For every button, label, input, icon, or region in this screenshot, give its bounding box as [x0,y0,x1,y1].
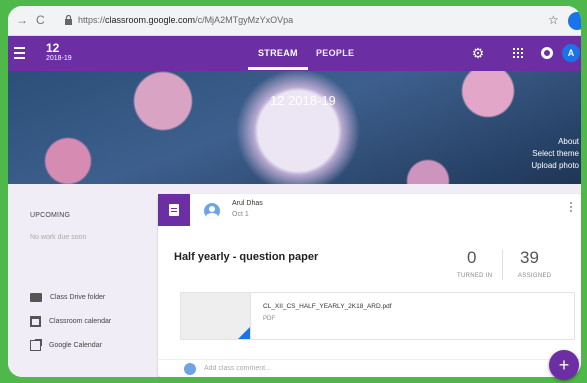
class-comment-input[interactable] [204,362,404,375]
google-calendar-link[interactable]: Google Calendar [30,338,102,352]
pdf-corner-icon [238,327,250,339]
tab-people[interactable]: PEOPLE [316,48,354,58]
assignment-badge [158,194,190,226]
commenter-avatar [184,363,196,375]
attachment-file-name: CL_XII_CS_HALF_YEARLY_2K18_ARD.pdf [263,303,392,310]
class-comment-bar [158,359,581,377]
google-calendar-label: Google Calendar [49,341,102,349]
attachment-thumbnail [181,293,251,339]
more-vert-icon[interactable] [570,202,573,214]
assignment-icon [169,204,179,216]
sidebar: UPCOMING No work due soon Class Drive fo… [8,184,158,377]
external-link-icon [30,338,42,351]
upcoming-title: UPCOMING [30,212,71,219]
attachment-file-type: PDF [263,316,275,322]
calendar-icon [30,315,41,327]
author-name: Arul Dhas [232,200,263,207]
app-bar: 12 2018-19 STREAM PEOPLE ⚙ A [8,36,581,71]
lock-icon [65,15,72,25]
class-drive-folder-link[interactable]: Class Drive folder [30,290,105,304]
class-drive-folder-label: Class Drive folder [50,293,106,301]
classroom-window: → C https://classroom.google.com/c/MjA2M… [8,6,581,377]
attachment-card[interactable]: CL_XII_CS_HALF_YEARLY_2K18_ARD.pdf PDF [180,292,575,340]
add-post-button[interactable]: + [549,350,579,380]
upload-photo-link[interactable]: Upload photo [531,161,579,170]
gear-icon[interactable]: ⚙ [470,45,486,61]
turned-in-label: TURNED IN [457,273,493,279]
class-name[interactable]: 12 [46,41,59,55]
class-banner: 12 2018-19 About Select theme Upload pho… [8,71,581,184]
url-path: /c/MjA2MTgyMzYxOVpa [195,15,294,25]
author-avatar [204,203,220,219]
assignment-card[interactable]: Arul Dhas Oct 1 Half yearly - question p… [158,194,581,377]
folder-icon [30,292,42,302]
classroom-calendar-label: Classroom calendar [49,317,112,325]
select-theme-link[interactable]: Select theme [532,149,579,158]
assigned-label: ASSIGNED [518,273,552,279]
browser-bar: → C https://classroom.google.com/c/MjA2M… [8,6,581,36]
menu-icon[interactable] [14,47,25,62]
post-date: Oct 1 [232,211,249,218]
about-link[interactable]: About [558,137,579,146]
stat-divider [502,250,503,280]
assignment-title[interactable]: Half yearly - question paper [174,251,318,263]
turned-in-count[interactable]: 0 [467,248,476,268]
back-button[interactable]: → [16,13,28,27]
browser-profile-avatar[interactable] [568,12,581,30]
active-tab-indicator [248,67,308,70]
account-circle-icon[interactable] [539,45,555,61]
no-work-text: No work due soon [30,234,87,241]
classroom-calendar-link[interactable]: Classroom calendar [30,314,111,328]
bookmark-star-icon[interactable]: ☆ [548,13,559,27]
class-section: 2018-19 [46,55,72,62]
user-avatar[interactable]: A [562,44,580,62]
url-scheme: https:// [78,15,106,25]
assigned-count[interactable]: 39 [520,248,539,268]
tab-stream[interactable]: STREAM [258,48,298,58]
reload-button[interactable]: C [36,13,45,27]
url-host: classroom.google.com [105,15,196,25]
apps-grid-icon[interactable] [510,45,526,61]
banner-title: 12 2018-19 [270,93,336,108]
address-bar[interactable]: https://classroom.google.com/c/MjA2MTgyM… [78,15,293,25]
